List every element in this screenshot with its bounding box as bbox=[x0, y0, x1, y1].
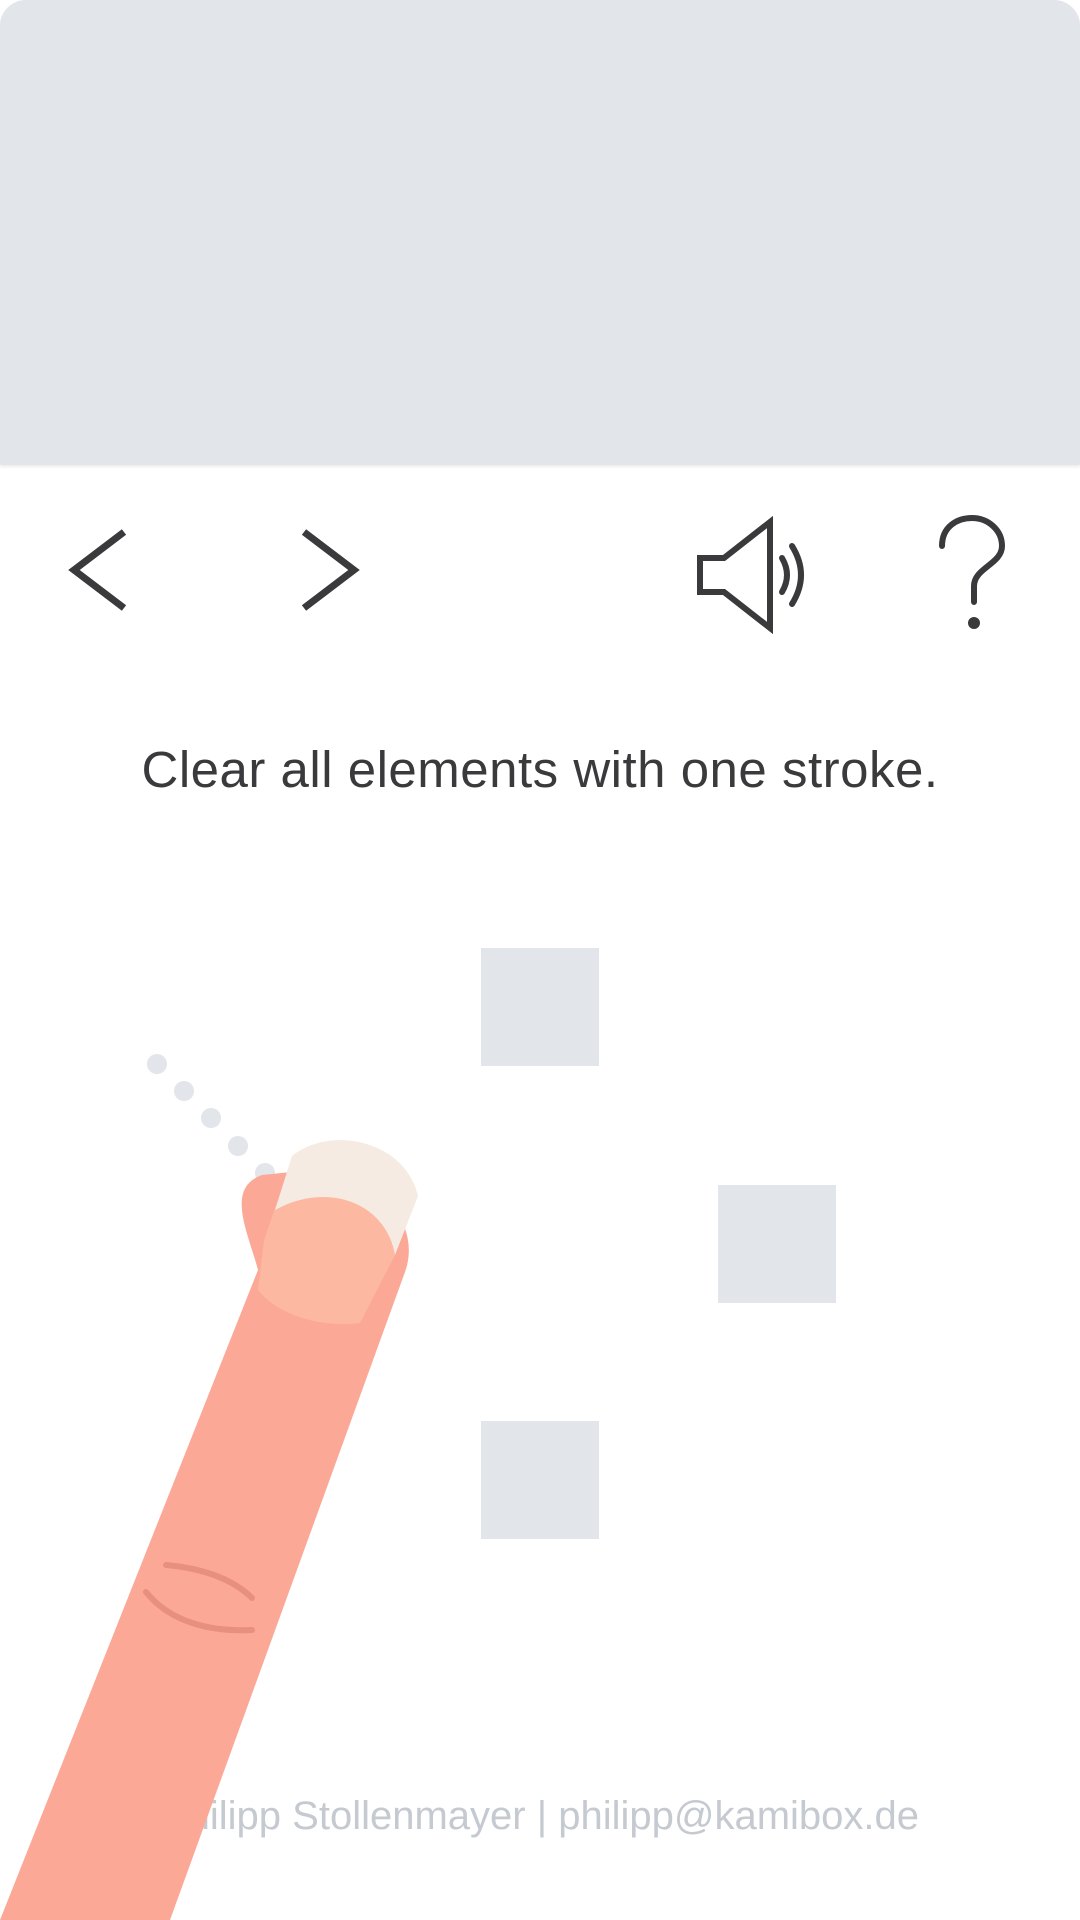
swipe-trail-dot bbox=[174, 1081, 194, 1101]
footer-credit: Philipp Stollenmayer | philipp@kamibox.d… bbox=[160, 1794, 920, 1838]
speaker-icon bbox=[697, 516, 804, 634]
swipe-trail-dot bbox=[228, 1136, 248, 1156]
question-mark-icon bbox=[939, 514, 1006, 629]
game-tile[interactable] bbox=[481, 948, 599, 1066]
game-screen: Clear all elements with one stroke. Phil… bbox=[0, 0, 1080, 1920]
sound-button[interactable] bbox=[692, 516, 822, 634]
chevron-left-icon bbox=[68, 529, 127, 611]
back-button[interactable] bbox=[60, 518, 144, 622]
top-panel bbox=[0, 0, 1080, 465]
swipe-trail-dot bbox=[201, 1108, 221, 1128]
chevron-right-icon bbox=[301, 529, 360, 611]
forward-button[interactable] bbox=[288, 518, 372, 622]
instruction-text: Clear all elements with one stroke. bbox=[141, 741, 939, 798]
swipe-trail-dot bbox=[147, 1054, 167, 1074]
game-tile[interactable] bbox=[481, 1421, 599, 1539]
help-button[interactable] bbox=[930, 512, 1014, 634]
swipe-trail-dot bbox=[255, 1163, 275, 1183]
game-tile[interactable] bbox=[718, 1185, 836, 1303]
